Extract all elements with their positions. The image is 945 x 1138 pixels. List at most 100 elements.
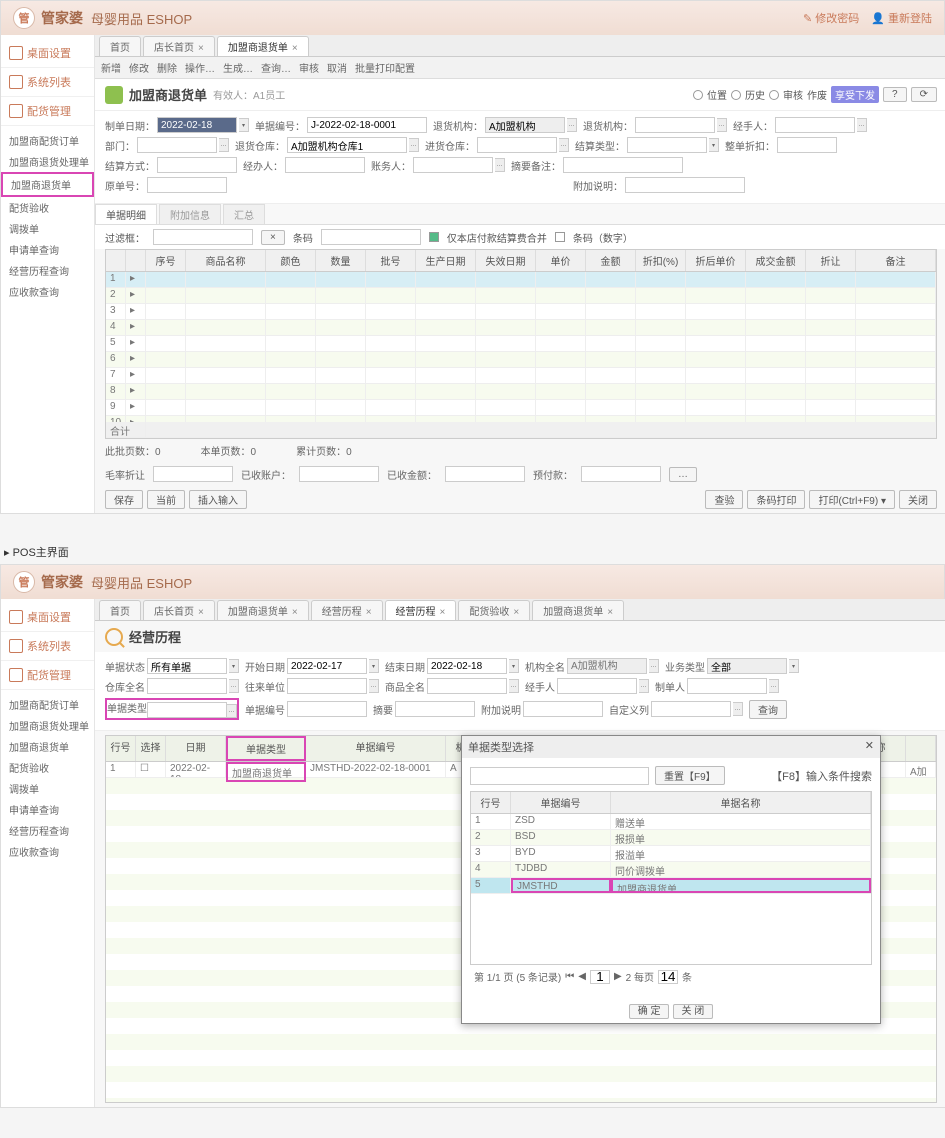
clear-button[interactable]: × [261, 230, 285, 245]
column-header[interactable]: 选择 [136, 736, 166, 761]
lookup-icon[interactable]: … [649, 659, 659, 673]
dept-input[interactable] [137, 137, 217, 153]
sidebar-item[interactable]: 加盟商退货单 [1, 736, 94, 757]
toolbar-item[interactable]: 操作… [185, 60, 215, 75]
wh-input[interactable] [287, 137, 407, 153]
action-button[interactable]: 条码打印 [747, 490, 805, 509]
table-row[interactable]: 10▸ [106, 416, 936, 422]
close-icon[interactable]: × [198, 43, 204, 54]
tab[interactable]: 加盟商退货单× [532, 600, 624, 620]
tab[interactable]: 店长首页× [143, 600, 215, 620]
sidebar-item[interactable]: 应收款查询 [1, 281, 94, 302]
sidebar-item[interactable]: 配货验收 [1, 197, 94, 218]
table-row[interactable]: 8▸ [106, 384, 936, 400]
list-item[interactable]: 4TJDBD同价调拨单 [471, 862, 871, 878]
toolbar-item[interactable]: 新增 [101, 60, 121, 75]
pager-page-input[interactable] [590, 970, 610, 984]
column-header[interactable]: 单据编号 [306, 736, 446, 761]
tab[interactable]: 经营历程× [385, 600, 457, 620]
table-row[interactable]: 1▸ [106, 272, 936, 288]
lookup-icon[interactable]: … [639, 679, 649, 693]
save-button[interactable]: 保存 [105, 490, 143, 509]
close-icon[interactable]: × [198, 607, 204, 618]
toolbar-item[interactable]: 生成… [223, 60, 253, 75]
barcode-checkbox[interactable] [555, 232, 565, 242]
inwh-input[interactable] [477, 137, 557, 153]
insert-button[interactable]: 插入输入 [189, 490, 247, 509]
chevron-down-icon[interactable]: ▾ [229, 659, 239, 673]
chevron-down-icon[interactable]: ▾ [239, 118, 249, 132]
table-row[interactable]: 2▸ [106, 288, 936, 304]
chevron-down-icon[interactable]: ▾ [509, 659, 519, 673]
ok-button[interactable]: 确 定 [629, 1004, 670, 1019]
column-header[interactable]: 行号 [471, 792, 511, 813]
dialog-search-input[interactable] [470, 767, 649, 785]
merge-checkbox[interactable] [429, 232, 439, 242]
sidebar-item[interactable]: 经营历程查询 [1, 260, 94, 281]
date-input[interactable] [157, 117, 237, 133]
more-button[interactable]: … [669, 467, 697, 482]
column-header[interactable] [106, 250, 126, 271]
abstract-input[interactable] [563, 157, 683, 173]
handler-input[interactable] [775, 117, 855, 133]
lookup-icon[interactable]: … [733, 702, 743, 716]
doc-no-input[interactable] [287, 701, 367, 717]
status-radio[interactable] [693, 90, 703, 100]
reset-button[interactable]: 重置【F9】 [655, 766, 725, 785]
draft-button[interactable]: 当前 [147, 490, 185, 509]
paid-input[interactable] [299, 466, 379, 482]
sidebar-item[interactable]: 应收款查询 [1, 841, 94, 862]
lookup-icon[interactable]: … [495, 158, 505, 172]
barcode-input[interactable] [321, 229, 421, 245]
sidebar-item[interactable]: 申请单查询 [1, 239, 94, 260]
side-group-system[interactable]: 系统列表 [1, 632, 94, 661]
custom-input[interactable] [651, 701, 731, 717]
sidebar-item[interactable]: 加盟商配货订单 [1, 694, 94, 715]
subtab-extra[interactable]: 附加信息 [159, 204, 221, 224]
org-input[interactable] [567, 658, 647, 674]
lookup-icon[interactable]: … [229, 679, 239, 693]
cancel-button[interactable]: 关 闭 [673, 1004, 714, 1019]
status-radio[interactable] [731, 90, 741, 100]
sidebar-item[interactable]: 加盟商退货单 [1, 172, 94, 197]
extra-input[interactable] [625, 177, 745, 193]
tab[interactable]: 首页 [99, 36, 141, 56]
relogin-link[interactable]: 👤 重新登陆 [871, 10, 932, 26]
amt-input[interactable] [445, 466, 525, 482]
lookup-icon[interactable]: … [219, 138, 229, 152]
close-icon[interactable]: ✕ [865, 739, 874, 755]
lookup-icon[interactable]: … [559, 138, 569, 152]
close-icon[interactable]: × [366, 607, 372, 618]
column-header[interactable]: 生产日期 [416, 250, 476, 271]
list-item[interactable]: 5JMSTHD加盟商退货单 [471, 878, 871, 894]
toolbar-item[interactable]: 修改 [129, 60, 149, 75]
lookup-icon[interactable]: … [567, 118, 577, 132]
tab[interactable]: 首页 [99, 600, 141, 620]
discount-input[interactable] [777, 137, 837, 153]
column-header[interactable]: 批号 [366, 250, 416, 271]
org-input[interactable] [485, 117, 565, 133]
toolbar-item[interactable]: 查询… [261, 60, 291, 75]
side-group-system[interactable]: 系统列表 [1, 68, 94, 97]
table-row[interactable]: 7▸ [106, 368, 936, 384]
lookup-icon[interactable]: … [857, 118, 867, 132]
table-row[interactable]: 5▸ [106, 336, 936, 352]
status-select[interactable] [147, 658, 227, 674]
chevron-down-icon[interactable]: ▾ [369, 659, 379, 673]
sidebar-item[interactable]: 加盟商配货订单 [1, 130, 94, 151]
abstract-input[interactable] [395, 701, 475, 717]
column-header[interactable]: 金额 [586, 250, 636, 271]
column-header[interactable] [906, 736, 936, 761]
tab[interactable]: 店长首页× [143, 36, 215, 56]
side-group-dispatch[interactable]: 配货管理 [1, 97, 94, 126]
sidebar-item[interactable]: 调拨单 [1, 778, 94, 799]
end-date-input[interactable] [427, 658, 507, 674]
wh-input[interactable] [147, 678, 227, 694]
filter-input[interactable] [153, 229, 253, 245]
tab[interactable]: 加盟商退货单× [217, 600, 309, 620]
table-row[interactable]: 6▸ [106, 352, 936, 368]
column-header[interactable]: 备注 [856, 250, 936, 271]
pager-size-input[interactable] [658, 970, 678, 984]
lookup-icon[interactable]: … [409, 138, 419, 152]
side-group-desktop[interactable]: 桌面设置 [1, 603, 94, 632]
